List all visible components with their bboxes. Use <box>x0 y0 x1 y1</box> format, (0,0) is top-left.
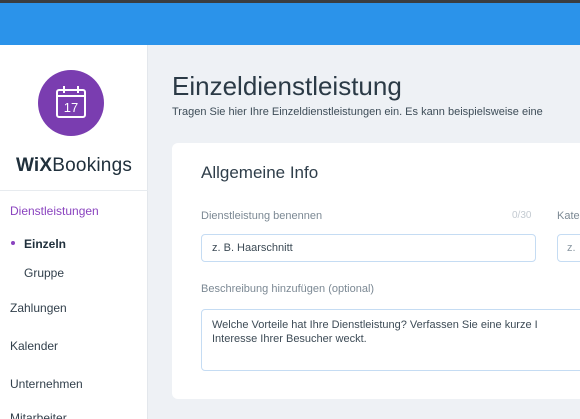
sidebar-item-staff[interactable]: Mitarbeiter <box>10 411 67 419</box>
calendar-icon: 17 <box>56 86 86 118</box>
brand-name: WiXBookings <box>0 155 148 177</box>
category-label: Kate <box>557 210 580 222</box>
calendar-day: 17 <box>64 100 78 115</box>
page-subtitle: Tragen Sie hier Ihre Einzeldienstleistun… <box>172 106 543 118</box>
window-edge <box>0 0 580 3</box>
page-title: Einzeldienstleistung <box>172 71 402 101</box>
top-bar <box>0 0 580 45</box>
card-title: Allgemeine Info <box>201 163 319 182</box>
description-textarea[interactable]: Welche Vorteile hat Ihre Dienstleistung?… <box>201 309 580 371</box>
service-name-counter: 0/30 <box>512 210 532 221</box>
service-name-label: Dienstleistung benennen <box>201 210 323 222</box>
sidebar-item-company[interactable]: Unternehmen <box>10 377 83 391</box>
sidebar-item-group[interactable]: Gruppe <box>24 266 64 280</box>
sidebar-item-payments[interactable]: Zahlungen <box>10 301 67 315</box>
sidebar-item-single[interactable]: Einzeln <box>24 237 66 251</box>
brand-wix: WiX <box>15 155 53 176</box>
description-label: Beschreibung hinzufügen (optional) <box>201 283 375 295</box>
description-line-1: Welche Vorteile hat Ihre Dienstleistung?… <box>212 319 538 331</box>
brand-bookings: Bookings <box>52 155 133 176</box>
description-line-2: Interesse Ihrer Besucher weckt. <box>212 333 367 345</box>
active-bullet <box>11 241 15 245</box>
sidebar-item-services[interactable]: Dienstleistungen <box>10 204 99 218</box>
bookings-logo: 17 <box>38 70 104 136</box>
sidebar-item-calendar[interactable]: Kalender <box>10 339 58 353</box>
category-input[interactable]: z. <box>557 234 580 262</box>
general-info-card: Allgemeine Info Dienstleistung benennen … <box>172 143 580 399</box>
service-name-input[interactable]: z. B. Haarschnitt <box>201 234 536 262</box>
sidebar-divider <box>0 190 148 191</box>
sidebar: 17 WiXBookings <box>0 45 148 419</box>
